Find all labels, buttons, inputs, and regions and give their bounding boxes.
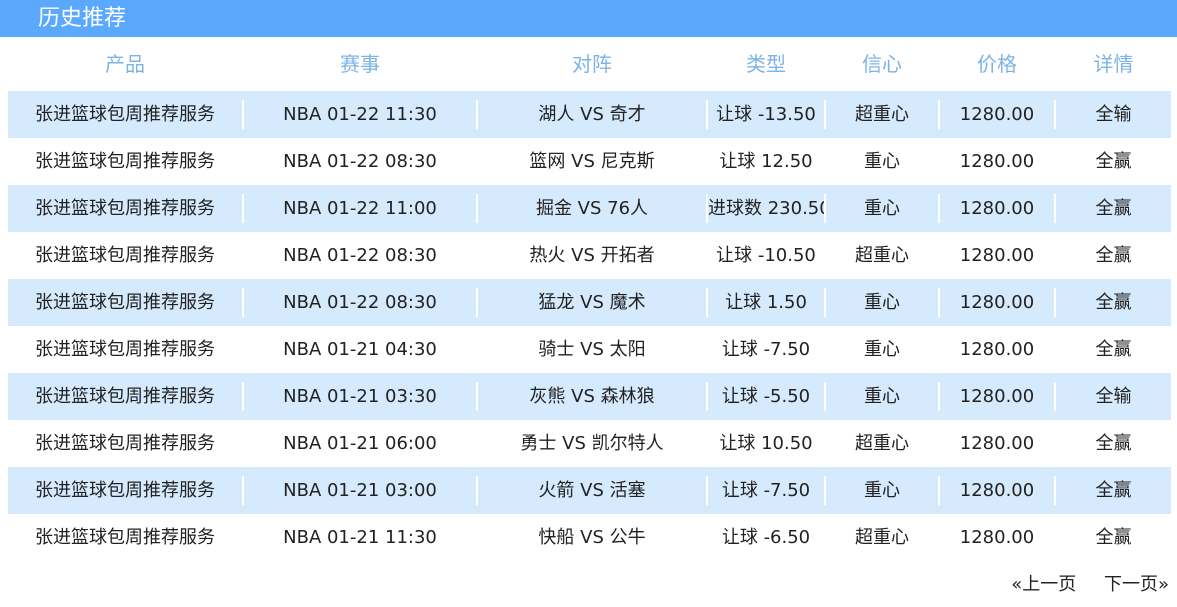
cell-match: 快船 VS 公牛 <box>538 527 646 548</box>
cell-product: 张进篮球包周推荐服务 <box>35 386 215 407</box>
table-header: 产品 赛事 对阵 类型 信心 价格 详情 <box>8 40 1171 88</box>
cell-confidence: 重心 <box>864 386 900 407</box>
cell-price: 1280.00 <box>959 339 1035 360</box>
header-product: 产品 <box>105 52 145 76</box>
cell-confidence: 重心 <box>864 151 900 172</box>
cell-event: NBA 01-21 04:30 <box>283 339 437 360</box>
prev-page-link[interactable]: «上一页 <box>1011 574 1076 595</box>
cell-event: NBA 01-22 11:30 <box>283 104 437 125</box>
table-row: 张进篮球包周推荐服务 NBA 01-21 03:00 火箭 VS 活塞 让球 -… <box>8 467 1171 514</box>
cell-detail[interactable]: 全赢 <box>1056 279 1171 326</box>
cell-confidence: 超重心 <box>855 104 909 125</box>
cell-type: 让球 -7.50 <box>721 339 811 360</box>
cell-match: 猛龙 VS 魔术 <box>538 292 646 313</box>
cell-confidence: 重心 <box>864 339 900 360</box>
cell-product: 张进篮球包周推荐服务 <box>35 198 215 219</box>
cell-event: NBA 01-21 03:30 <box>283 386 437 407</box>
cell-product: 张进篮球包周推荐服务 <box>35 292 215 313</box>
cell-event: NBA 01-22 08:30 <box>283 292 437 313</box>
next-page-link[interactable]: 下一页» <box>1104 574 1169 595</box>
table-body: 张进篮球包周推荐服务 NBA 01-22 11:30 湖人 VS 奇才 让球 -… <box>8 91 1171 561</box>
cell-confidence: 超重心 <box>855 527 909 548</box>
cell-confidence: 重心 <box>864 480 900 501</box>
cell-product: 张进篮球包周推荐服务 <box>35 527 215 548</box>
cell-match: 勇士 VS 凯尔特人 <box>520 433 664 454</box>
table-row: 张进篮球包周推荐服务 NBA 01-22 08:30 热火 VS 开拓者 让球 … <box>8 232 1171 279</box>
header-match: 对阵 <box>572 52 612 76</box>
cell-detail[interactable]: 全赢 <box>1056 185 1171 232</box>
cell-match: 骑士 VS 太阳 <box>538 339 646 360</box>
cell-match: 火箭 VS 活塞 <box>538 480 646 501</box>
cell-match: 湖人 VS 奇才 <box>538 104 646 125</box>
cell-match: 灰熊 VS 森林狼 <box>529 386 655 407</box>
cell-type: 让球 -6.50 <box>721 527 811 548</box>
table-row: 张进篮球包周推荐服务 NBA 01-21 04:30 骑士 VS 太阳 让球 -… <box>8 326 1171 373</box>
cell-price: 1280.00 <box>959 386 1035 407</box>
cell-event: NBA 01-22 08:30 <box>283 151 437 172</box>
cell-type: 让球 -7.50 <box>721 480 811 501</box>
cell-detail[interactable]: 全赢 <box>1056 326 1171 373</box>
cell-detail[interactable]: 全赢 <box>1056 138 1171 185</box>
table-row: 张进篮球包周推荐服务 NBA 01-22 11:00 掘金 VS 76人 进球数… <box>8 185 1171 232</box>
cell-product: 张进篮球包周推荐服务 <box>35 433 215 454</box>
header-type: 类型 <box>746 52 786 76</box>
cell-event: NBA 01-22 08:30 <box>283 245 437 266</box>
header-price: 价格 <box>977 52 1017 76</box>
cell-detail[interactable]: 全赢 <box>1056 232 1171 279</box>
cell-event: NBA 01-22 11:00 <box>283 198 437 219</box>
cell-confidence: 超重心 <box>855 245 909 266</box>
page-title: 历史推荐 <box>38 6 127 31</box>
cell-detail[interactable]: 全输 <box>1056 91 1171 138</box>
pagination: «上一页 下一页» <box>1011 571 1169 599</box>
table-row: 张进篮球包周推荐服务 NBA 01-22 08:30 篮网 VS 尼克斯 让球 … <box>8 138 1171 185</box>
header-event: 赛事 <box>340 52 380 76</box>
cell-price: 1280.00 <box>959 198 1035 219</box>
cell-product: 张进篮球包周推荐服务 <box>35 104 215 125</box>
cell-detail[interactable]: 全赢 <box>1056 514 1171 561</box>
cell-price: 1280.00 <box>959 433 1035 454</box>
cell-confidence: 超重心 <box>855 433 909 454</box>
cell-match: 篮网 VS 尼克斯 <box>529 151 655 172</box>
cell-product: 张进篮球包周推荐服务 <box>35 245 215 266</box>
cell-type: 让球 -13.50 <box>716 104 816 125</box>
cell-product: 张进篮球包周推荐服务 <box>35 480 215 501</box>
title-bar: 历史推荐 <box>0 0 1177 37</box>
cell-event: NBA 01-21 11:30 <box>283 527 437 548</box>
cell-match: 热火 VS 开拓者 <box>529 245 655 266</box>
cell-price: 1280.00 <box>959 292 1035 313</box>
cell-confidence: 重心 <box>864 292 900 313</box>
cell-match: 掘金 VS 76人 <box>535 198 649 219</box>
cell-type: 让球 10.50 <box>719 433 813 454</box>
cell-price: 1280.00 <box>959 480 1035 501</box>
cell-detail[interactable]: 全输 <box>1056 373 1171 420</box>
cell-product: 张进篮球包周推荐服务 <box>35 339 215 360</box>
cell-price: 1280.00 <box>959 245 1035 266</box>
header-detail: 详情 <box>1093 52 1134 76</box>
cell-confidence: 重心 <box>864 198 900 219</box>
cell-price: 1280.00 <box>959 104 1035 125</box>
cell-type: 让球 1.50 <box>725 292 807 313</box>
cell-detail[interactable]: 全赢 <box>1056 420 1171 467</box>
table-row: 张进篮球包周推荐服务 NBA 01-21 03:30 灰熊 VS 森林狼 让球 … <box>8 373 1171 420</box>
cell-type: 让球 -5.50 <box>721 386 811 407</box>
cell-type: 进球数 230.50 <box>708 198 824 219</box>
cell-event: NBA 01-21 03:00 <box>283 480 437 501</box>
header-confidence: 信心 <box>862 52 902 76</box>
cell-type: 让球 12.50 <box>719 151 813 172</box>
table-row: 张进篮球包周推荐服务 NBA 01-22 11:30 湖人 VS 奇才 让球 -… <box>8 91 1171 138</box>
table-row: 张进篮球包周推荐服务 NBA 01-21 06:00 勇士 VS 凯尔特人 让球… <box>8 420 1171 467</box>
cell-event: NBA 01-21 06:00 <box>283 433 437 454</box>
table-row: 张进篮球包周推荐服务 NBA 01-21 11:30 快船 VS 公牛 让球 -… <box>8 514 1171 561</box>
cell-type: 让球 -10.50 <box>716 245 816 266</box>
cell-price: 1280.00 <box>959 151 1035 172</box>
cell-detail[interactable]: 全赢 <box>1056 467 1171 514</box>
cell-product: 张进篮球包周推荐服务 <box>35 151 215 172</box>
cell-price: 1280.00 <box>959 527 1035 548</box>
table-row: 张进篮球包周推荐服务 NBA 01-22 08:30 猛龙 VS 魔术 让球 1… <box>8 279 1171 326</box>
